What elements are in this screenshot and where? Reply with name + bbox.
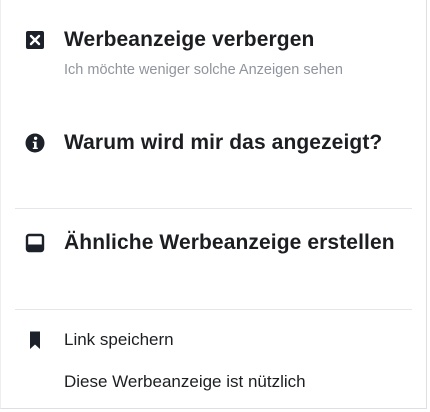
divider	[15, 309, 412, 310]
why-shown-item[interactable]: Warum wird mir das angezeigt?	[1, 124, 426, 194]
info-icon	[25, 133, 45, 153]
bookmark-icon	[25, 330, 45, 350]
ad-preview-icon	[25, 233, 45, 253]
divider	[15, 208, 412, 209]
hide-ad-subtitle: Ich möchte weniger solche Anzeigen sehen	[64, 62, 343, 78]
ad-useful-label: Diese Werbeanzeige ist nützlich	[64, 372, 306, 391]
ad-options-menu: Werbeanzeige verbergen Ich möchte wenige…	[0, 0, 427, 409]
ad-useful-item[interactable]: Diese Werbeanzeige ist nützlich	[1, 368, 426, 398]
hide-ad-item[interactable]: Werbeanzeige verbergen Ich möchte wenige…	[1, 22, 426, 112]
hide-ad-title: Werbeanzeige verbergen	[64, 28, 315, 51]
why-shown-title: Warum wird mir das angezeigt?	[64, 131, 383, 154]
create-similar-ad-item[interactable]: Ähnliche Werbeanzeige erstellen	[1, 224, 426, 296]
save-link-label: Link speichern	[64, 330, 174, 349]
save-link-item[interactable]: Link speichern	[1, 326, 426, 356]
close-box-icon	[25, 30, 45, 50]
create-similar-ad-title: Ähnliche Werbeanzeige erstellen	[64, 231, 395, 254]
